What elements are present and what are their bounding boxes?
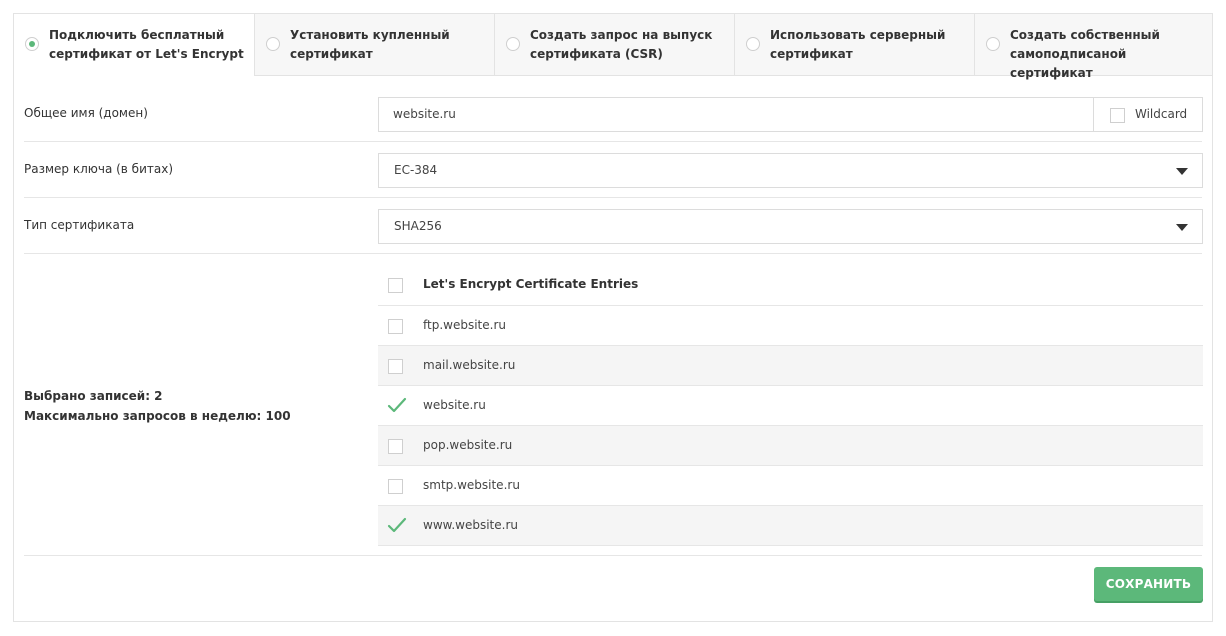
key-size-select[interactable]: EC-384	[378, 153, 1203, 188]
entry-label: pop.website.ru	[423, 438, 513, 452]
select-all-checkbox[interactable]	[388, 278, 403, 293]
max-requests: Максимально запросов в неделю: 100	[24, 409, 291, 423]
radio-icon[interactable]	[746, 37, 760, 51]
wildcard-label: Wildcard	[1135, 107, 1188, 121]
tab-label: Создать запрос на выпуск сертификата (CS…	[530, 28, 713, 61]
entry-label: ftp.website.ru	[423, 318, 506, 332]
entry-checkbox[interactable]	[388, 359, 403, 374]
save-button[interactable]: СОХРАНИТЬ	[1094, 567, 1203, 601]
certificate-source-tabs: Подключить бесплатный сертификат от Let'…	[14, 14, 1212, 80]
radio-icon[interactable]	[986, 37, 1000, 51]
entry-row[interactable]: smtp.website.ru	[378, 466, 1203, 506]
entry-label: smtp.website.ru	[423, 478, 520, 492]
key-size-label: Размер ключа (в битах)	[24, 162, 174, 176]
entry-row[interactable]: mail.website.ru	[378, 346, 1203, 386]
cert-type-value: SHA256	[394, 219, 442, 233]
radio-icon[interactable]	[506, 37, 520, 51]
ssl-certificate-panel: Подключить бесплатный сертификат от Let'…	[13, 13, 1213, 622]
radio-icon[interactable]	[25, 37, 39, 51]
entries-list: Let's Encrypt Certificate Entries ftp.we…	[378, 265, 1203, 546]
tab-label: Подключить бесплатный сертификат от Let'…	[49, 28, 244, 61]
selected-count: Выбрано записей: 2	[24, 389, 163, 403]
entry-label: www.website.ru	[423, 518, 518, 532]
entry-row[interactable]: www.website.ru	[378, 506, 1203, 546]
entry-row[interactable]: website.ru	[378, 386, 1203, 426]
wildcard-checkbox[interactable]	[1110, 108, 1125, 123]
key-size-value: EC-384	[394, 163, 438, 177]
tab-install-purchased[interactable]: Установить купленный сертификат	[254, 14, 494, 76]
tab-create-csr[interactable]: Создать запрос на выпуск сертификата (CS…	[494, 14, 734, 76]
wildcard-toggle[interactable]: Wildcard	[1093, 97, 1203, 132]
tab-server-certificate[interactable]: Использовать серверный сертификат	[734, 14, 974, 76]
tab-letsencrypt[interactable]: Подключить бесплатный сертификат от Let'…	[14, 14, 254, 76]
entry-checkbox[interactable]	[388, 479, 403, 494]
tab-label: Использовать серверный сертификат	[770, 28, 946, 61]
entry-row[interactable]: pop.website.ru	[378, 426, 1203, 466]
caret-down-icon	[1176, 168, 1188, 175]
cert-type-select[interactable]: SHA256	[378, 209, 1203, 244]
entries-header-label: Let's Encrypt Certificate Entries	[423, 277, 639, 291]
entry-label: website.ru	[423, 398, 486, 412]
tab-label: Создать собственный самоподписаной серти…	[1010, 28, 1160, 80]
entry-row[interactable]: ftp.website.ru	[378, 306, 1203, 346]
entry-label: mail.website.ru	[423, 358, 516, 372]
radio-icon[interactable]	[266, 37, 280, 51]
entry-checkbox[interactable]	[388, 439, 403, 454]
tab-label: Установить купленный сертификат	[290, 28, 450, 61]
entries-summary: Выбрано записей: 2 Максимально запросов …	[24, 386, 291, 426]
domain-label: Общее имя (домен)	[24, 106, 148, 120]
entries-header: Let's Encrypt Certificate Entries	[378, 265, 1203, 306]
domain-input[interactable]: website.ru	[378, 97, 1094, 132]
caret-down-icon	[1176, 224, 1188, 231]
tab-self-signed[interactable]: Создать собственный самоподписаной серти…	[974, 14, 1212, 80]
check-icon[interactable]	[387, 396, 407, 416]
cert-type-label: Тип сертификата	[24, 218, 135, 232]
entry-checkbox[interactable]	[388, 319, 403, 334]
check-icon[interactable]	[387, 516, 407, 536]
